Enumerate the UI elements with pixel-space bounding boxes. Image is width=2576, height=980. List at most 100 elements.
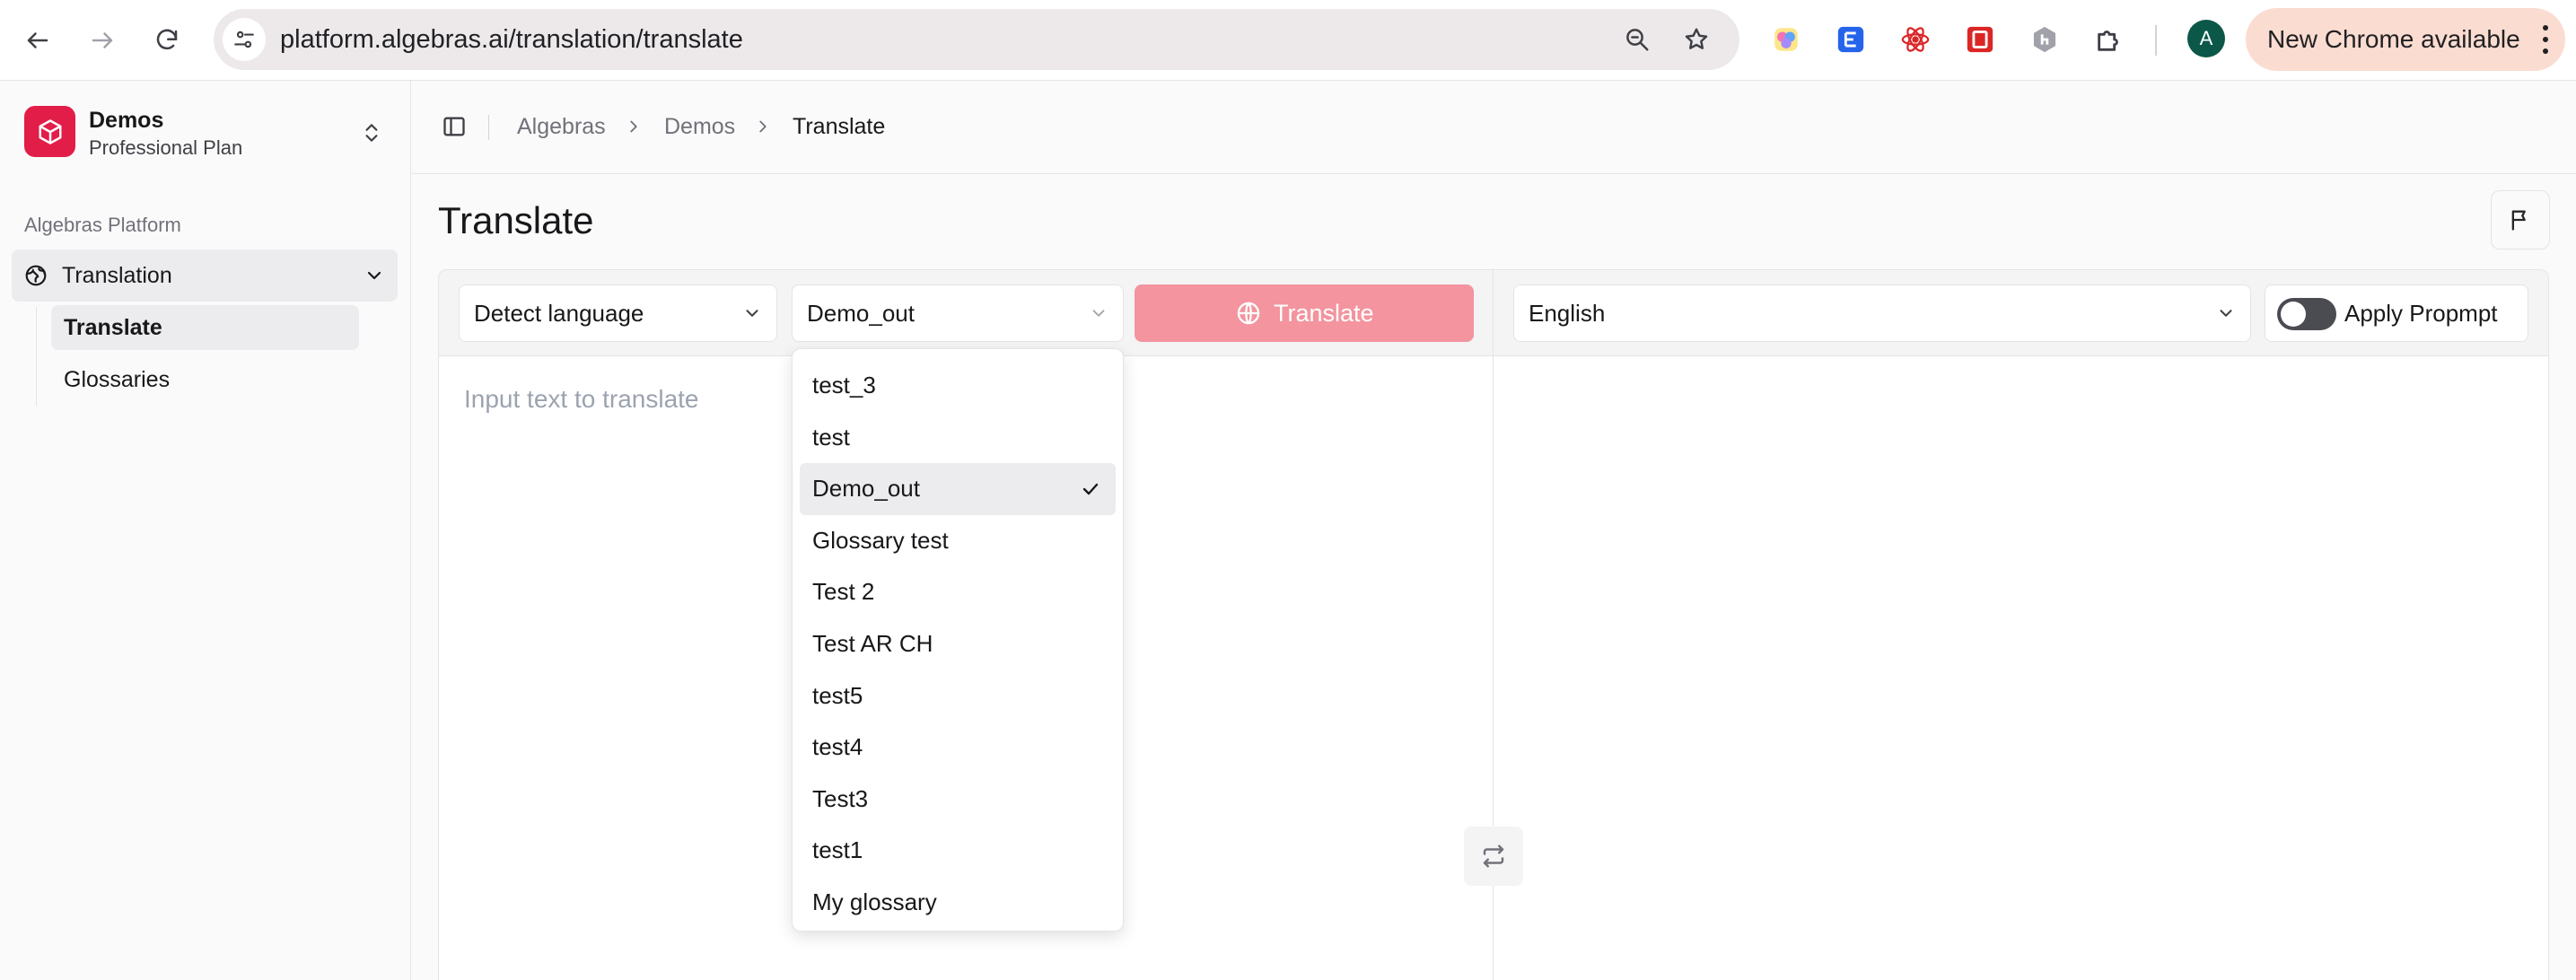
swap-icon	[1483, 844, 1504, 868]
glossary-option-label: test4	[812, 733, 863, 761]
arrow-right-icon	[92, 32, 113, 48]
glossary-option-label: test1	[812, 836, 863, 864]
sidebar-item-translation-label: Translation	[62, 263, 172, 288]
source-language-select[interactable]: Detect language	[459, 284, 777, 342]
chevron-down-icon	[746, 310, 758, 317]
sidebar-group-label: Algebras Platform	[24, 214, 181, 236]
apply-prompt-toggle[interactable]	[2277, 298, 2336, 330]
profile-avatar[interactable]: A	[2187, 20, 2225, 57]
page-header: Algebras Demos Translate	[412, 81, 2576, 174]
breadcrumb-algebras[interactable]: Algebras	[517, 113, 606, 140]
glossary-select[interactable]: Demo_out	[792, 284, 1124, 342]
swap-languages-button[interactable]	[1464, 827, 1523, 886]
extension-colorful[interactable]	[1766, 20, 1806, 59]
glossary-option-label: test5	[812, 681, 863, 709]
blue-extension-icon	[1837, 26, 1864, 53]
glossary-option[interactable]: test_3	[800, 360, 1116, 412]
sidebar-item-translate[interactable]: Translate	[51, 305, 359, 350]
bookmark-button[interactable]	[1675, 18, 1718, 61]
flag-button[interactable]	[2491, 190, 2550, 249]
extensions-menu-button[interactable]	[2090, 20, 2129, 59]
atom-extension-icon	[1901, 27, 1930, 52]
glossary-option[interactable]: test5	[800, 670, 1116, 722]
zoom-button[interactable]	[1616, 18, 1659, 61]
glossary-option-label: Test3	[812, 784, 869, 812]
colorful-extension-icon	[1774, 28, 1798, 51]
check-icon	[1082, 483, 1099, 495]
star-icon	[1685, 28, 1708, 49]
org-logo	[24, 106, 75, 157]
sidebar-item-glossaries[interactable]: Glossaries	[51, 357, 359, 402]
translate-button-label: Translate	[1274, 300, 1374, 327]
glossary-option[interactable]: Test3	[800, 774, 1116, 826]
hexagon-extension-icon	[2033, 26, 2056, 53]
breadcrumb-current: Translate	[793, 114, 886, 139]
extension-blue[interactable]	[1831, 20, 1871, 59]
glossary-option-label: test	[812, 423, 850, 451]
glossary-option[interactable]: My glossary	[800, 877, 1116, 929]
chrome-update-button[interactable]: New Chrome available	[2246, 8, 2565, 71]
chevrons-up-down-icon	[365, 124, 378, 142]
puzzle-icon	[2098, 31, 2118, 51]
globe-icon	[1237, 302, 1260, 325]
tune-icon	[234, 31, 254, 48]
browser-toolbar: platform.algebras.ai/translation/transla…	[0, 0, 2576, 81]
glossary-option[interactable]: Test 2	[800, 566, 1116, 618]
glossary-option[interactable]: test1	[800, 825, 1116, 877]
chevron-right-icon	[630, 120, 637, 133]
toolbar-divider	[2155, 25, 2157, 56]
org-switcher-button[interactable]	[357, 118, 386, 147]
page-title: Translate	[438, 199, 594, 241]
glossary-dropdown-menu: test_3test Demo_out Glossary test Test 2 Tes…	[792, 348, 1124, 932]
glossary-value: Demo_out	[807, 300, 915, 327]
kebab-menu-icon	[2540, 25, 2551, 54]
extension-red[interactable]	[1960, 20, 2000, 59]
panel-left-icon	[443, 117, 465, 136]
sidebar-item-translation[interactable]: Translation	[12, 249, 398, 302]
globe-icon	[25, 265, 47, 286]
chevron-down-icon	[1092, 310, 1105, 317]
breadcrumb-demos[interactable]: Demos	[664, 113, 735, 140]
glossary-option-label: My glossary	[812, 888, 937, 915]
org-plan: Professional Plan	[89, 136, 243, 159]
reload-button[interactable]	[145, 19, 188, 62]
glossary-option[interactable]: test	[800, 412, 1116, 464]
glossary-option[interactable]: Glossary test	[800, 515, 1116, 567]
extension-atom[interactable]	[1896, 20, 1935, 59]
zoom-icon	[1626, 29, 1649, 51]
apply-prompt-control: Apply Propmpt	[2265, 284, 2528, 342]
source-language-value: Detect language	[474, 300, 644, 327]
box-icon	[39, 118, 61, 144]
back-button[interactable]	[16, 19, 59, 62]
glossary-option[interactable]: Test AR CH	[800, 618, 1116, 670]
apply-prompt-label: Apply Propmpt	[2344, 300, 2498, 327]
flag-icon	[2511, 210, 2526, 231]
chevron-right-icon	[759, 120, 767, 133]
glossary-option-label: Test 2	[812, 578, 875, 606]
arrow-left-icon	[27, 32, 48, 48]
red-extension-icon	[1967, 26, 1993, 53]
sidebar-toggle-button[interactable]	[439, 111, 469, 142]
glossary-option-label: Test AR CH	[812, 629, 933, 657]
translate-panel: Detect language Demo_out Translate Engli…	[438, 269, 2549, 980]
translate-button[interactable]: Translate	[1135, 284, 1474, 342]
org-name: Demos	[89, 108, 164, 133]
header-divider	[488, 115, 489, 140]
glossary-option-label: Glossary test	[812, 526, 949, 554]
glossary-option[interactable]: test4	[800, 722, 1116, 774]
target-language-value: English	[1529, 300, 1606, 327]
url-text[interactable]: platform.algebras.ai/translation/transla…	[280, 9, 743, 70]
reload-icon	[156, 29, 178, 50]
site-info-button[interactable]	[223, 18, 266, 61]
chrome-update-label: New Chrome available	[2267, 25, 2520, 53]
glossary-option[interactable]: Demo_out	[800, 463, 1116, 515]
chevron-down-icon	[367, 271, 381, 280]
forward-button[interactable]	[81, 19, 124, 62]
extension-hex[interactable]	[2025, 20, 2064, 59]
glossary-option-label: Demo_out	[812, 475, 920, 503]
subnav-line	[36, 307, 37, 406]
sidebar: Demos Professional Plan Algebras Platfor…	[0, 81, 411, 980]
target-language-select[interactable]: English	[1513, 284, 2251, 342]
chevron-down-icon	[2220, 310, 2232, 317]
address-bar[interactable]: platform.algebras.ai/translation/transla…	[214, 9, 1739, 70]
